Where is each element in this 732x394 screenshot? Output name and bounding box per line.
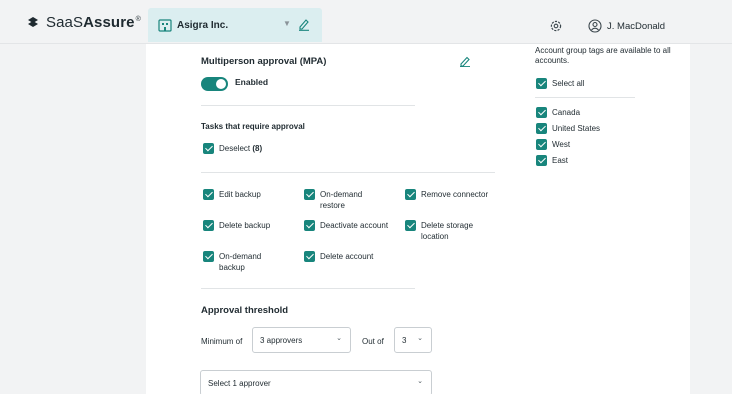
divider xyxy=(201,288,415,289)
tag-label: Canada xyxy=(552,108,581,117)
tags-note: Account group tags are available to all … xyxy=(535,46,671,65)
tag-label: West xyxy=(552,140,571,149)
task-label: Delete account xyxy=(320,252,374,261)
chevron-down-icon: ⌄ xyxy=(417,335,423,342)
divider xyxy=(201,105,415,106)
brand-name: SaaSAssure® xyxy=(46,13,141,31)
mpa-title: Multiperson approval (MPA) xyxy=(201,56,327,67)
user-icon xyxy=(588,19,602,33)
task-checkbox-delete-backup[interactable] xyxy=(203,220,214,231)
right-gutter xyxy=(690,44,732,394)
chevron-down-icon[interactable]: ▼ xyxy=(283,19,291,28)
gear-icon[interactable] xyxy=(549,19,563,33)
brand-logo[interactable]: SaaSAssure® xyxy=(26,12,141,32)
approval-threshold-title: Approval threshold xyxy=(201,305,289,316)
select-all-label: Select all xyxy=(552,79,585,88)
task-checkbox-delete-account[interactable] xyxy=(304,251,315,262)
deselect-label: Deselect (8) xyxy=(219,144,263,153)
user-name: J. MacDonald xyxy=(607,20,666,32)
deselect-checkbox[interactable] xyxy=(203,143,214,154)
tag-label: United States xyxy=(552,124,601,133)
tag-label: East xyxy=(552,156,569,165)
select-value: 3 approvers xyxy=(260,336,303,345)
tag-checkbox-west[interactable] xyxy=(536,139,547,150)
building-icon xyxy=(158,19,172,32)
out-of-label: Out of xyxy=(362,337,384,346)
left-sidebar xyxy=(0,44,146,394)
divider xyxy=(201,172,495,173)
user-menu[interactable]: J. MacDonald xyxy=(588,16,665,36)
task-label: Delete backup xyxy=(219,221,271,230)
divider xyxy=(535,97,635,98)
approver-select[interactable]: Select 1 approver ⌄ xyxy=(200,370,432,394)
toggle-label: Enabled xyxy=(235,77,269,87)
task-checkbox-on-demand-restore[interactable] xyxy=(304,189,315,200)
minimum-label: Minimum of xyxy=(201,337,243,346)
toggle-knob xyxy=(216,79,226,89)
minimum-approvers-select[interactable]: 3 approvers ⌄ xyxy=(252,327,351,353)
task-label: Deactivate account xyxy=(320,221,389,230)
organization-name: Asigra Inc. xyxy=(177,19,229,31)
chevron-down-icon: ⌄ xyxy=(417,378,423,385)
mpa-enabled-toggle[interactable] xyxy=(201,77,228,91)
select-all-checkbox[interactable] xyxy=(536,78,547,89)
task-label: Remove connector xyxy=(421,190,489,199)
pencil-icon[interactable] xyxy=(459,55,471,67)
select-placeholder: Select 1 approver xyxy=(208,379,271,388)
out-of-select[interactable]: 3 ⌄ xyxy=(394,327,432,353)
chevron-down-icon: ⌄ xyxy=(336,335,342,342)
select-value: 3 xyxy=(402,336,407,345)
tag-checkbox-united-states[interactable] xyxy=(536,123,547,134)
organization-selector[interactable]: Asigra Inc. ▼ xyxy=(148,8,322,42)
task-checkbox-deactivate-account[interactable] xyxy=(304,220,315,231)
task-checkbox-on-demand-backup[interactable] xyxy=(203,251,214,262)
task-label: Delete storage location xyxy=(421,221,474,241)
saasassure-logo-icon xyxy=(28,17,38,27)
task-label: On-demand backup xyxy=(219,252,262,272)
top-bar: SaaSAssure® Asigra Inc. ▼ J. MacDonald xyxy=(0,0,732,44)
tag-checkbox-east[interactable] xyxy=(536,155,547,166)
tag-checkbox-canada[interactable] xyxy=(536,107,547,118)
task-label: Edit backup xyxy=(219,190,261,199)
tasks-heading: Tasks that require approval xyxy=(201,122,305,131)
task-checkbox-delete-storage-location[interactable] xyxy=(405,220,416,231)
task-label: On-demand restore xyxy=(320,190,363,210)
pencil-icon[interactable] xyxy=(298,17,310,31)
task-checkbox-edit-backup[interactable] xyxy=(203,189,214,200)
task-checkbox-remove-connector[interactable] xyxy=(405,189,416,200)
